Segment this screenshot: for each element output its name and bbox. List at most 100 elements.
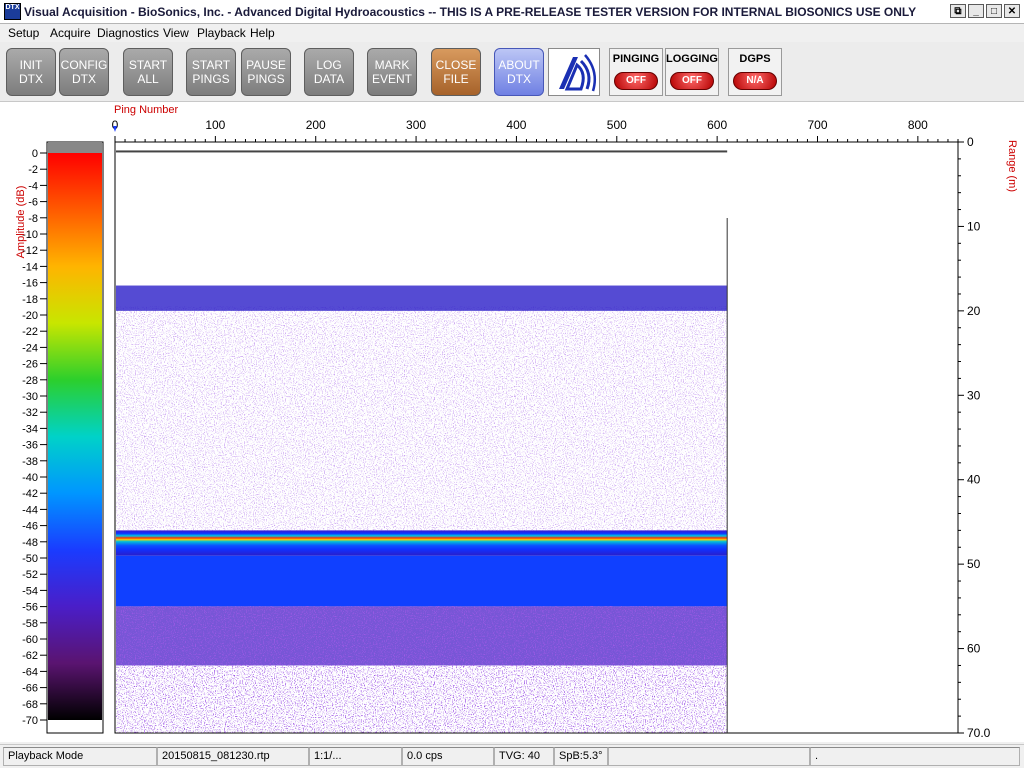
status-cell-4: TVG: 40	[494, 747, 554, 766]
menu-help[interactable]: Help	[250, 26, 275, 40]
colorbar-tick-label: -28	[22, 375, 38, 387]
water-column-noise	[116, 306, 728, 531]
x-tick-label: 200	[306, 118, 326, 132]
surface-line	[116, 150, 728, 153]
init-dtx-button[interactable]: INIT DTX	[6, 48, 56, 96]
colorbar-tick-label: -52	[22, 569, 38, 581]
start-all-button[interactable]: START ALL	[123, 48, 173, 96]
y-tick-label: 50	[967, 557, 981, 571]
biosonics-logo-button[interactable]	[548, 48, 600, 96]
colorbar-tick-label: -62	[22, 650, 38, 662]
status-cell-5: SpB:5.3°	[554, 747, 608, 766]
colorbar-tick-label: -56	[22, 602, 38, 614]
start-pings-button[interactable]: START PINGS	[186, 48, 236, 96]
log-data-button[interactable]: LOG DATA	[304, 48, 354, 96]
colorbar-tick-label: -16	[22, 278, 38, 290]
x-tick-label: 800	[908, 118, 928, 132]
colorbar-tick-label: -30	[22, 391, 38, 403]
colorbar-label: Amplitude (dB)	[15, 186, 27, 259]
x-tick-label: 600	[707, 118, 727, 132]
status-bar: Playback Mode 20150815_081230.rtp 1:1/... 0…	[0, 744, 1024, 768]
pinging-status-badge[interactable]: OFF	[614, 72, 658, 90]
toolbar: INIT DTX CONFIG DTX START ALL START PINGS PA…	[0, 42, 1024, 102]
status-cell-7: .	[810, 747, 1020, 766]
colorbar-tick-label: -6	[28, 197, 38, 209]
colorbar-tick-label: -36	[22, 440, 38, 452]
colorbar-tick-label: -32	[22, 407, 38, 419]
close-file-button[interactable]: CLOSE FILE	[431, 48, 481, 96]
colorbar-tick-label: -24	[22, 342, 38, 354]
colorbar-tick-label: -64	[22, 666, 38, 678]
colorbar-tick-label: -34	[22, 423, 38, 435]
colorbar-tick-label: -46	[22, 521, 38, 533]
colorbar-tick-label: -54	[22, 585, 38, 597]
logging-indicator: LOGGING OFF	[665, 48, 719, 96]
about-dtx-button[interactable]: ABOUT DTX	[494, 48, 544, 96]
colorbar-tick-label: -50	[22, 553, 38, 565]
x-tick-label: 100	[205, 118, 225, 132]
colorbar-tick-label: -14	[22, 261, 38, 273]
colorbar-tick-label: -22	[22, 326, 38, 338]
y-tick-label: 0	[967, 135, 974, 149]
dgps-indicator: DGPS N/A	[728, 48, 782, 96]
y-axis-label: Range (m)	[1006, 140, 1018, 192]
window-title: Visual Acquisition - BioSonics, Inc. - A…	[24, 5, 917, 19]
colorbar-tick-label: -8	[28, 213, 38, 225]
logging-status-badge[interactable]: OFF	[670, 72, 714, 90]
colorbar-tick-label: -18	[22, 294, 38, 306]
dgps-label: DGPS	[739, 53, 771, 65]
logging-label: LOGGING	[666, 53, 718, 65]
status-cell-2: 1:1/...	[309, 747, 402, 766]
colorbar-tick-label: -20	[22, 310, 38, 322]
x-tick-label: 500	[607, 118, 627, 132]
dgps-status-badge[interactable]: N/A	[733, 72, 777, 90]
colorbar-tick-label: 0	[32, 148, 38, 160]
menu-view[interactable]: View	[163, 26, 189, 40]
maximize-icon[interactable]: □	[986, 4, 1002, 18]
echo-band-surface-layer	[116, 285, 728, 311]
status-cell-6	[608, 747, 810, 766]
close-icon[interactable]: ✕	[1004, 4, 1020, 18]
y-tick-label: 10	[967, 219, 981, 233]
colorbar-tick-label: -42	[22, 488, 38, 500]
colorbar-tick-label: -26	[22, 359, 38, 371]
colorbar-tick-label: -66	[22, 683, 38, 695]
deep-layer-noise	[116, 606, 728, 733]
biosonics-logo-icon	[559, 54, 596, 92]
status-cell-3: 0.0 cps	[402, 747, 494, 766]
colorbar-tick-label: -2	[28, 164, 38, 176]
colorbar-tick-label: -44	[22, 504, 38, 516]
echogram-panel[interactable]: 0 -2 -4 -6 -8 -10 -12 -14 -16 -18 -20 -22 -24 -26 -28-…	[0, 102, 1024, 742]
colorbar-gradient	[48, 153, 102, 720]
pinging-indicator: PINGING OFF	[609, 48, 663, 96]
menu-setup[interactable]: Setup	[8, 26, 39, 40]
menu-diagnostics[interactable]: Diagnostics	[97, 26, 159, 40]
pause-pings-button[interactable]: PAUSE PINGS	[241, 48, 291, 96]
mark-event-button[interactable]: MARK EVENT	[367, 48, 417, 96]
window-controls: ⧉ _ □ ✕	[950, 4, 1020, 18]
x-axis-label: Ping Number	[114, 104, 179, 116]
config-dtx-button[interactable]: CONFIG DTX	[59, 48, 109, 96]
y-tick-label: 70.0	[967, 726, 991, 740]
menu-playback[interactable]: Playback	[197, 26, 246, 40]
colorbar-tick-label: -58	[22, 618, 38, 630]
title-bar: DTX Visual Acquisition - BioSonics, Inc.…	[0, 0, 1024, 24]
status-cell-1: 20150815_081230.rtp	[157, 747, 309, 766]
menu-bar: Setup Acquire Diagnostics View Playback Help	[0, 24, 1024, 42]
x-tick-label: 700	[807, 118, 827, 132]
echogram-chart[interactable]: 0-2-4-6-8-10-12-14-16-18-20-22-24-26-28-…	[0, 102, 1024, 742]
minimize-icon[interactable]: _	[968, 4, 984, 18]
x-tick-label: 300	[406, 118, 426, 132]
y-axis-ticks: 0 10 20 30 40 50 60 70.0	[958, 135, 991, 740]
colorbar-max-swatch	[48, 142, 102, 153]
y-tick-label: 60	[967, 642, 981, 656]
menu-acquire[interactable]: Acquire	[50, 26, 91, 40]
echo-band-bottom-echo	[116, 530, 728, 556]
x-tick-label: 400	[506, 118, 526, 132]
pinging-label: PINGING	[612, 53, 660, 65]
colorbar-tick-label: -70	[22, 715, 38, 727]
echo-band-sub-bottom	[116, 555, 728, 607]
colorbar-tick-label: -60	[22, 634, 38, 646]
restore-icon[interactable]: ⧉	[950, 4, 966, 18]
y-tick-label: 40	[967, 473, 981, 487]
